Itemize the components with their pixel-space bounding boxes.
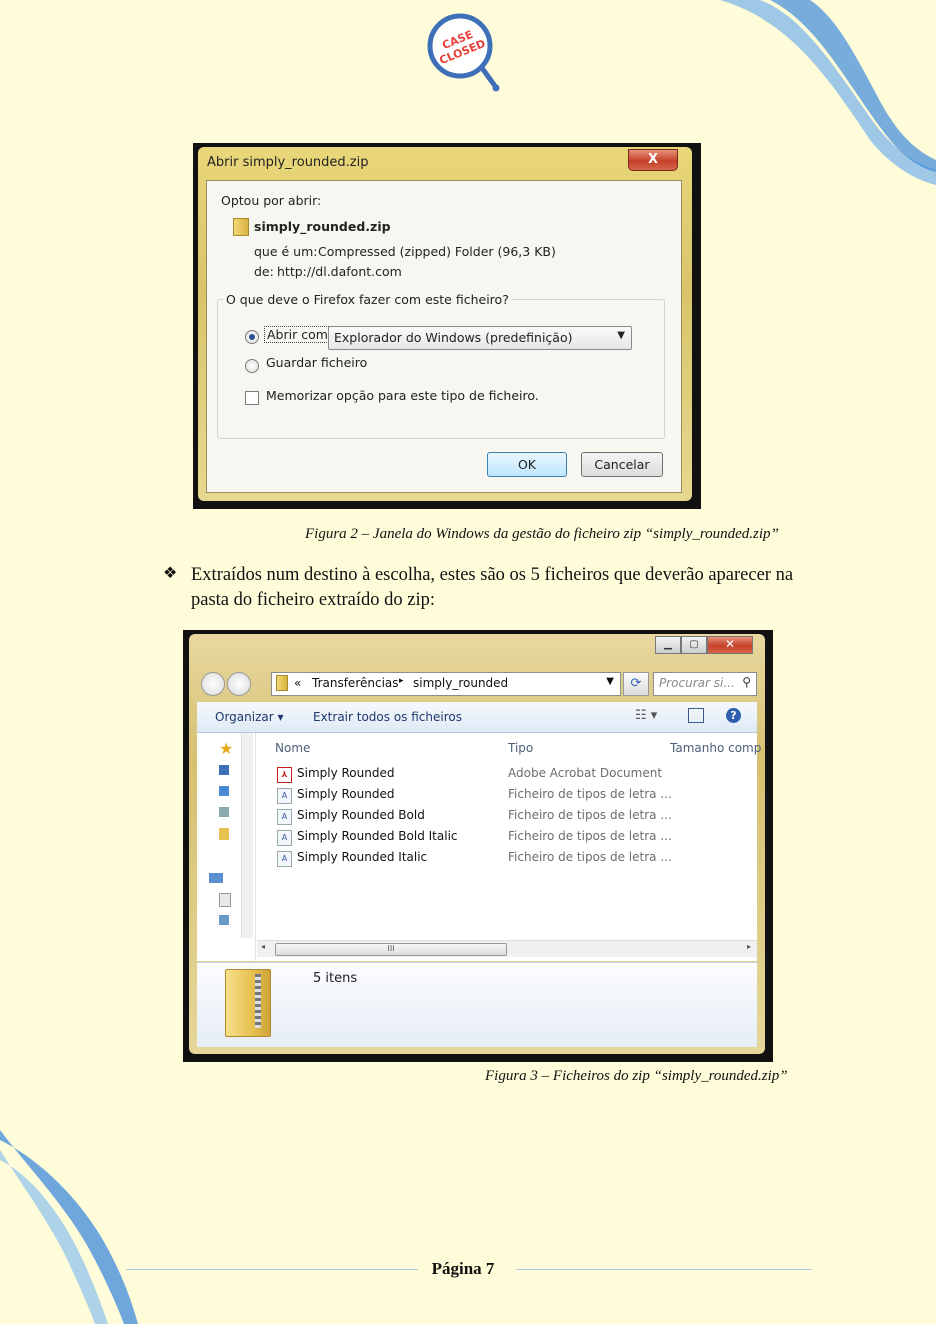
open-with-app-value: Explorador do Windows (predefinição) xyxy=(334,330,573,345)
refresh-icon[interactable]: ⟳ xyxy=(623,672,649,696)
organize-button[interactable]: Organizar ▾ xyxy=(215,710,284,724)
page-number: Página 7 xyxy=(431,1259,495,1278)
bullet-icon: ❖ xyxy=(163,565,178,582)
horizontal-scrollbar[interactable]: ◂ III ▸ xyxy=(257,940,757,957)
dialog-body: Optou por abrir: simply_rounded.zip que … xyxy=(206,180,682,493)
ok-button[interactable]: OK xyxy=(487,452,567,477)
details-pane: 5 itens xyxy=(197,962,757,1047)
intro-label: Optou por abrir: xyxy=(221,193,322,208)
recent-places-icon[interactable] xyxy=(219,807,229,817)
column-header-type[interactable]: Tipo xyxy=(508,741,533,755)
file-type: Adobe Acrobat Document xyxy=(508,766,663,780)
library-icon[interactable] xyxy=(219,786,229,796)
preview-pane-icon[interactable] xyxy=(688,708,704,723)
help-icon[interactable]: ? xyxy=(726,708,741,723)
zip-folder-icon xyxy=(276,675,288,691)
cancel-button[interactable]: Cancelar xyxy=(581,452,663,477)
documents-icon[interactable] xyxy=(219,893,231,907)
case-closed-logo: CASE CLOSED xyxy=(427,13,500,92)
file-name: Simply Rounded xyxy=(297,787,395,801)
open-file-dialog: Abrir simply_rounded.zip X Optou por abr… xyxy=(198,147,692,501)
column-header-size[interactable]: Tamanho comp xyxy=(670,741,761,755)
libraries-icon[interactable] xyxy=(209,873,223,883)
type-label: que é um: xyxy=(254,244,318,259)
command-bar: Organizar ▾ Extrair todos os ficheiros ☷… xyxy=(197,702,757,733)
breadcrumb-simply-rounded[interactable]: simply_rounded xyxy=(413,676,508,690)
window-close-button[interactable]: ✕ xyxy=(707,636,753,654)
maximize-button[interactable]: ▢ xyxy=(681,636,707,654)
font-file-icon: A xyxy=(277,830,292,846)
save-file-label[interactable]: Guardar ficheiro xyxy=(266,355,367,370)
pdf-icon: ⅄ xyxy=(277,767,292,783)
decorative-swoosh-top-right xyxy=(720,0,936,185)
window-controls: ▁ ▢ ✕ xyxy=(655,636,753,655)
back-button[interactable] xyxy=(201,672,225,696)
footer-line-right xyxy=(516,1269,812,1270)
file-name: Simply Rounded Italic xyxy=(297,850,428,864)
search-icon: ⚲ xyxy=(742,675,751,689)
dialog-close-button[interactable]: X xyxy=(628,149,678,171)
font-file-icon: A xyxy=(277,788,292,804)
navigation-pane: ★ xyxy=(197,733,256,961)
figure-3-explorer-screenshot: ▁ ▢ ✕ « Transferências ▸ simply_rounded ▼ … xyxy=(183,630,773,1062)
figure-2-caption: Figura 2 – Janela do Windows da gestão d… xyxy=(305,526,779,542)
open-with-radio[interactable] xyxy=(245,330,259,344)
scrollbar-thumb[interactable]: III xyxy=(275,943,507,956)
file-type: Ficheiro de tipos de letra ... xyxy=(508,787,672,801)
figure-3-caption: Figura 3 – Ficheiros do zip “simply_roun… xyxy=(485,1068,788,1084)
body-paragraph: Extraídos num destino à escolha, estes s… xyxy=(191,563,801,613)
navigation-scrollbar[interactable] xyxy=(241,733,253,938)
dialog-title: Abrir simply_rounded.zip xyxy=(207,155,369,170)
chevron-down-icon[interactable]: ▼ xyxy=(606,676,614,687)
column-header-name[interactable]: Nome xyxy=(275,741,310,755)
file-type: Ficheiro de tipos de letra ... xyxy=(508,829,672,843)
from-label: de: xyxy=(254,264,274,279)
open-with-app-dropdown[interactable]: Explorador do Windows (predefinição) ▼ xyxy=(328,326,632,350)
search-placeholder: Procurar si... xyxy=(659,676,735,690)
address-bar[interactable]: « Transferências ▸ simply_rounded ▼ xyxy=(271,672,621,696)
forward-button[interactable] xyxy=(227,672,251,696)
breadcrumb-transferencias[interactable]: Transferências xyxy=(312,676,399,690)
footer-line-left xyxy=(126,1269,418,1270)
file-type: Ficheiro de tipos de letra ... xyxy=(508,850,672,864)
save-file-radio[interactable] xyxy=(245,359,259,373)
breadcrumb-separator-icon: ▸ xyxy=(399,676,404,686)
body-paragraph-text: Extraídos num destino à escolha, estes s… xyxy=(191,565,794,610)
from-value: http://dl.dafont.com xyxy=(277,264,402,279)
font-file-icon: A xyxy=(277,851,292,867)
file-type: Ficheiro de tipos de letra ... xyxy=(508,808,672,822)
search-input[interactable]: Procurar si... ⚲ xyxy=(653,672,757,696)
file-name: Simply Rounded Bold Italic xyxy=(297,829,458,843)
organize-label: Organizar xyxy=(215,710,274,724)
open-with-label[interactable]: Abrir com xyxy=(264,326,331,343)
item-count: 5 itens xyxy=(313,971,358,986)
file-name: Simply Rounded xyxy=(297,766,395,780)
file-name: Simply Rounded Bold xyxy=(297,808,425,822)
view-options-icon[interactable]: ☷ ▾ xyxy=(635,708,657,723)
type-value: Compressed (zipped) Folder (96,3 KB) xyxy=(318,244,556,259)
explorer-window: ▁ ▢ ✕ « Transferências ▸ simply_rounded ▼ … xyxy=(189,634,765,1054)
desktop-icon[interactable] xyxy=(219,765,229,775)
action-question: O que deve o Firefox fazer com este fich… xyxy=(223,292,512,307)
favorites-star-icon[interactable]: ★ xyxy=(219,739,233,758)
remember-label[interactable]: Memorizar opção para este tipo de fichei… xyxy=(266,388,539,403)
remember-checkbox[interactable] xyxy=(245,391,259,405)
figure-2-dialog-screenshot: Abrir simply_rounded.zip X Optou por abr… xyxy=(193,143,701,509)
file-list-area: ★ Nome Tipo Tamanho comp ⅄ Simply Rounde… xyxy=(197,733,761,961)
extract-all-button[interactable]: Extrair todos os ficheiros xyxy=(313,710,462,724)
decorative-swoosh-bottom-left xyxy=(0,1130,138,1324)
minimize-button[interactable]: ▁ xyxy=(655,636,681,654)
zip-folder-large-icon xyxy=(225,969,271,1037)
breadcrumb-prefix: « xyxy=(294,676,302,690)
folder-icon[interactable] xyxy=(219,828,229,840)
file-name: simply_rounded.zip xyxy=(254,219,391,234)
pictures-icon[interactable] xyxy=(219,915,229,925)
zip-folder-icon xyxy=(233,218,249,236)
chevron-down-icon: ▼ xyxy=(617,330,625,341)
scroll-right-icon[interactable]: ▸ xyxy=(747,942,751,951)
font-file-icon: A xyxy=(277,809,292,825)
scroll-left-icon[interactable]: ◂ xyxy=(261,942,265,951)
